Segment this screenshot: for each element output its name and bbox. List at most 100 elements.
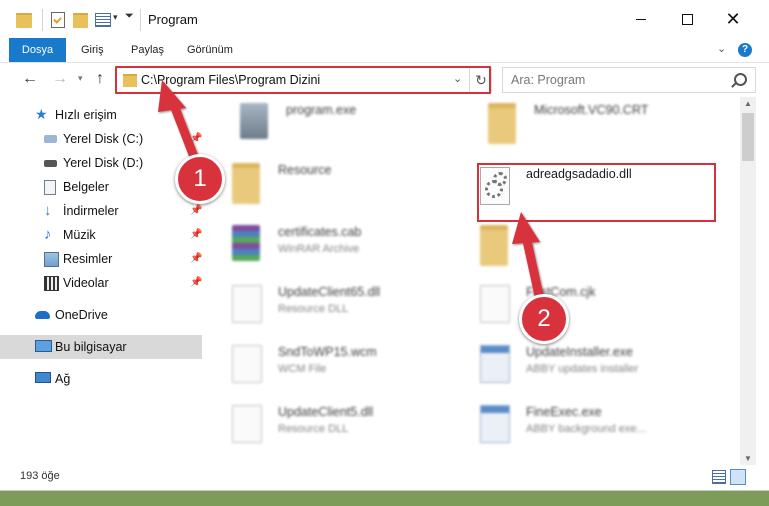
- minimize-button[interactable]: [618, 0, 664, 38]
- folder-item[interactable]: Microsoft.VC90.CRT: [470, 99, 700, 155]
- folder-icon: [488, 103, 516, 144]
- file-name: Microsoft.VC90.CRT: [534, 103, 649, 117]
- tab-home[interactable]: Giriş: [81, 38, 104, 62]
- search-placeholder: Ara: Program: [511, 73, 586, 87]
- vertical-scrollbar[interactable]: ▲ ▼: [740, 97, 756, 465]
- view-list-icon[interactable]: [95, 13, 111, 27]
- file-name: Resource: [278, 163, 332, 177]
- folder-item[interactable]: Resource: [214, 159, 444, 215]
- videos-icon: [44, 276, 59, 291]
- chevron-down-icon[interactable]: ▾: [113, 12, 118, 23]
- navigation-bar: ← → ▾ ↑ C:\Program Files\Program Dizini …: [0, 63, 769, 95]
- search-icon[interactable]: [734, 73, 747, 86]
- pin-icon[interactable]: 📌: [190, 247, 202, 271]
- help-icon[interactable]: ?: [738, 43, 752, 57]
- title-bar: ▾ ⏷ Program ✕: [0, 0, 769, 38]
- pin-icon[interactable]: 📌: [190, 271, 202, 295]
- recent-locations-icon[interactable]: ▾: [78, 73, 83, 84]
- sidebar-item-pictures[interactable]: Resimler 📌: [0, 247, 202, 271]
- pictures-icon: [44, 252, 59, 267]
- search-input[interactable]: Ara: Program: [502, 67, 756, 93]
- refresh-icon[interactable]: ↻: [469, 68, 492, 92]
- sidebar-item-quick-access[interactable]: ★ Hızlı erişim: [0, 103, 202, 127]
- archive-icon: [232, 225, 260, 261]
- sidebar-item-onedrive[interactable]: OneDrive: [0, 303, 202, 327]
- folder-icon: [480, 225, 508, 266]
- sidebar-item-label: Yerel Disk (C:): [63, 132, 144, 146]
- file-item[interactable]: FirstCom.cjk: [462, 281, 692, 337]
- tab-share[interactable]: Paylaş: [131, 38, 164, 62]
- star-icon: ★: [35, 106, 48, 122]
- file-name: UpdateClient5.dll: [278, 405, 374, 419]
- gear-icon: [493, 172, 507, 186]
- folder-icon: [123, 74, 137, 87]
- folder-item[interactable]: [462, 221, 692, 277]
- file-name: certificates.cab: [278, 225, 362, 239]
- tab-view[interactable]: Görünüm: [187, 38, 233, 62]
- sidebar-item-local-disk-c[interactable]: Yerel Disk (C:) 📌: [0, 127, 202, 151]
- file-item[interactable]: UpdateClient5.dll Resource DLL: [214, 401, 444, 457]
- documents-icon: [44, 180, 56, 195]
- download-icon: ↓: [44, 202, 52, 219]
- pin-icon[interactable]: 📌: [190, 223, 202, 247]
- back-arrow-icon[interactable]: ←: [22, 70, 38, 88]
- folder-icon: [232, 163, 260, 204]
- sidebar-item-label: Resimler: [63, 252, 113, 266]
- document-icon: [232, 285, 262, 323]
- sidebar-item-documents[interactable]: Belgeler 📌: [0, 175, 202, 199]
- file-type: ABBY background exe...: [526, 423, 646, 435]
- pin-icon[interactable]: 📌: [190, 127, 202, 151]
- file-item[interactable]: FineExec.exe ABBY background exe...: [462, 401, 692, 457]
- file-explorer-window: ▾ ⏷ Program ✕ Dosya Giriş Paylaş Görünüm…: [0, 0, 769, 491]
- file-item-dll[interactable]: adreadgsadadio.dll: [462, 163, 692, 219]
- cloud-icon: [35, 311, 50, 319]
- expand-ribbon-icon[interactable]: ⌄: [717, 42, 726, 55]
- properties-check-icon[interactable]: [51, 12, 65, 28]
- file-name: adreadgsadadio.dll: [526, 167, 632, 181]
- file-item[interactable]: program.exe: [222, 99, 452, 155]
- sidebar-item-music[interactable]: ♪ Müzik 📌: [0, 223, 202, 247]
- drive-icon: [44, 160, 57, 167]
- file-item[interactable]: SndToWP15.wcm WCM File: [214, 341, 444, 397]
- address-bar[interactable]: C:\Program Files\Program Dizini ⌄ ↻: [116, 67, 492, 93]
- sidebar-item-label: Bu bilgisayar: [55, 340, 127, 354]
- sidebar-item-this-pc[interactable]: Bu bilgisayar: [0, 335, 202, 359]
- file-type: Resource DLL: [278, 303, 349, 315]
- callout-badge-2: 2: [519, 294, 569, 344]
- forward-arrow-icon[interactable]: →: [52, 70, 68, 88]
- file-type: Resource DLL: [278, 423, 349, 435]
- sidebar-item-videos[interactable]: Videolar 📌: [0, 271, 202, 295]
- sidebar-item-label: Hızlı erişim: [55, 108, 117, 122]
- sidebar-item-local-disk-d[interactable]: Yerel Disk (D:): [0, 151, 202, 175]
- file-name: UpdateInstaller.exe: [526, 345, 634, 359]
- drive-icon: [44, 135, 57, 143]
- sidebar-item-label: Yerel Disk (D:): [63, 156, 144, 170]
- large-icons-view-icon[interactable]: [730, 469, 746, 485]
- file-item[interactable]: certificates.cab WinRAR Archive: [214, 221, 444, 277]
- maximize-button[interactable]: [664, 0, 710, 38]
- sidebar-item-network[interactable]: Ağ: [0, 367, 202, 391]
- scroll-up-icon[interactable]: ▲: [744, 99, 752, 108]
- file-type: WCM File: [278, 363, 327, 375]
- sidebar-item-label: Videolar: [63, 276, 109, 290]
- scrollbar-thumb[interactable]: [742, 113, 754, 161]
- customize-toolbar-icon[interactable]: ⏷: [125, 10, 134, 23]
- window-title: Program: [148, 12, 198, 27]
- new-folder-icon[interactable]: [73, 13, 88, 28]
- up-arrow-icon[interactable]: ↑: [96, 70, 104, 88]
- tab-file[interactable]: Dosya: [9, 38, 66, 62]
- close-button[interactable]: ✕: [710, 0, 756, 38]
- dll-icon: [480, 167, 510, 205]
- sidebar-item-downloads[interactable]: ↓ İndirmeler 📌: [0, 199, 202, 223]
- details-view-icon[interactable]: [712, 470, 726, 484]
- folder-icon: [16, 13, 32, 28]
- file-item[interactable]: UpdateClient65.dll Resource DLL: [214, 281, 444, 337]
- address-path[interactable]: C:\Program Files\Program Dizini: [141, 73, 320, 87]
- document-icon: [480, 285, 510, 323]
- file-item[interactable]: UpdateInstaller.exe ABBY updates install…: [462, 341, 692, 397]
- window-icon: [480, 405, 510, 443]
- computer-icon: [35, 340, 52, 352]
- chevron-down-icon[interactable]: ⌄: [453, 72, 462, 85]
- scroll-down-icon[interactable]: ▼: [744, 454, 752, 463]
- document-icon: [232, 405, 262, 443]
